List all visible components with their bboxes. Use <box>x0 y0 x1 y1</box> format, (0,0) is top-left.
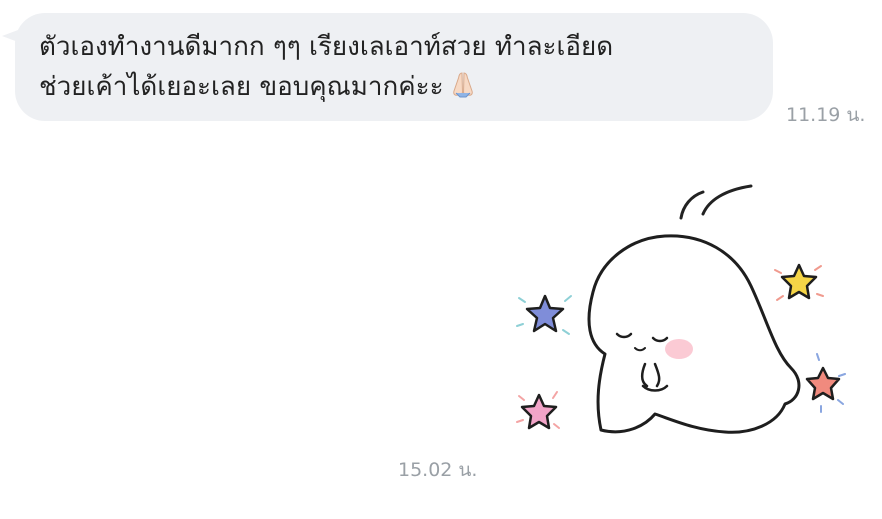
star-blue-icon <box>516 294 572 335</box>
message-time: 11.19 น. <box>786 104 866 126</box>
message-bubble[interactable]: ตัวเองทำงานดีมากก ๆๆ เรียงเลเอาท์สวย ทำล… <box>15 13 773 121</box>
message-text: ตัวเองทำงานดีมากก ๆๆ เรียงเลเอาท์สวย ทำล… <box>39 27 749 111</box>
chat-view: ตัวเองทำงานดีมากก ๆๆ เรียงเลเอาท์สวย ทำล… <box>0 0 882 519</box>
sticker-time: 15.02 น. <box>398 459 478 481</box>
message-line-1: ตัวเองทำงานดีมากก ๆๆ เรียงเลเอาท์สวย ทำล… <box>39 32 614 62</box>
folded-hands-icon <box>448 69 478 111</box>
star-yellow-icon <box>774 263 824 301</box>
motion-line-1 <box>679 190 705 220</box>
ghost-blush <box>665 339 693 359</box>
star-pink-icon <box>516 391 560 430</box>
motion-line-2 <box>701 184 753 216</box>
message-line-2: ช่วยเค้าได้เยอะเลย ขอบคุณมากค่ะะ <box>39 72 444 102</box>
sticker[interactable] <box>505 182 865 447</box>
ghost-body <box>587 234 801 434</box>
star-coral-icon <box>805 353 846 413</box>
